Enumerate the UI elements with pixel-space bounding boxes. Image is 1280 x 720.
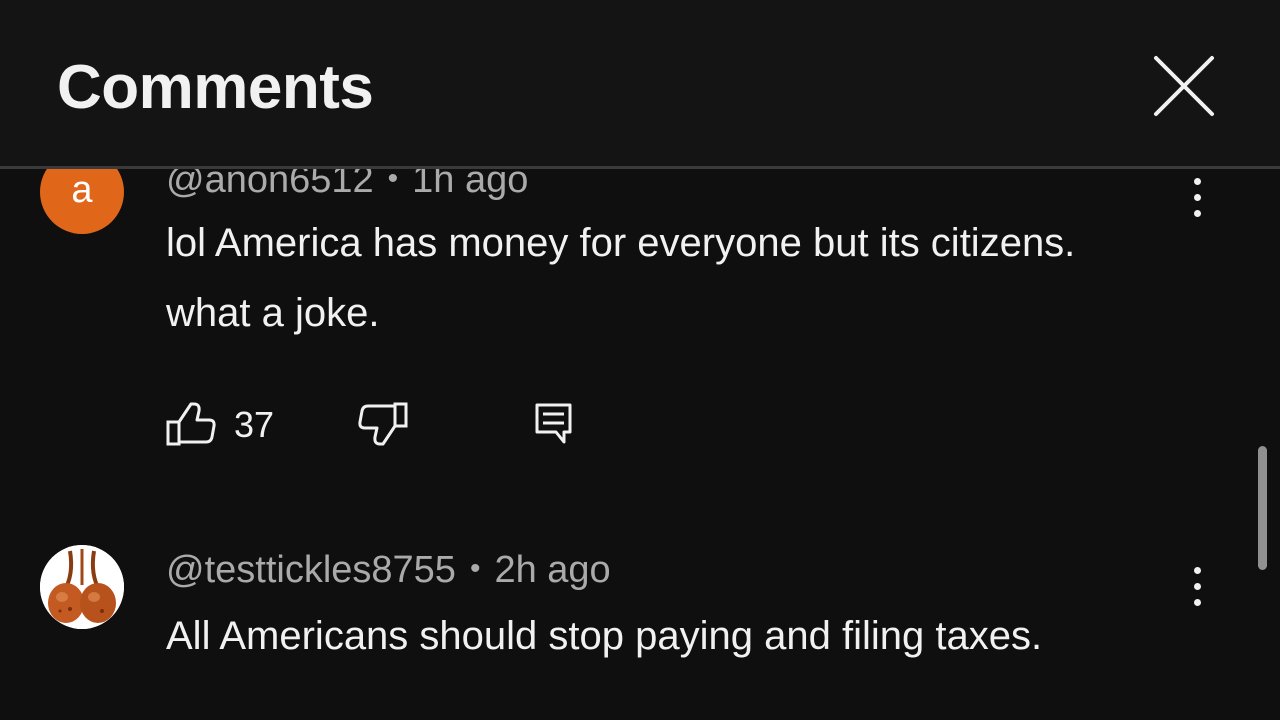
- thumbs-down-icon: [358, 402, 408, 446]
- comment-text: lol America has money for everyone but i…: [166, 221, 1076, 335]
- avatar-image: [40, 545, 124, 629]
- thumbs-up-icon: [166, 402, 216, 446]
- reply-button[interactable]: [534, 402, 574, 451]
- comment-text: All Americans should stop paying and fil…: [166, 614, 1043, 658]
- close-button[interactable]: [1148, 50, 1220, 122]
- close-icon: [1154, 56, 1214, 116]
- more-vertical-icon: [1182, 567, 1212, 606]
- like-button[interactable]: 37: [166, 402, 274, 451]
- comments-panel: a @anon6512 • 1h ago lol America has money…: [0, 0, 1280, 720]
- header-divider: [0, 166, 1280, 169]
- meta-separator: •: [469, 552, 481, 585]
- scrollbar[interactable]: [1258, 446, 1267, 570]
- more-options-button[interactable]: [1182, 567, 1212, 615]
- avatar[interactable]: [40, 545, 124, 629]
- avatar-letter: a: [71, 168, 93, 211]
- comment-author[interactable]: @testtickles8755: [166, 549, 456, 591]
- comment-time: 2h ago: [494, 549, 611, 591]
- comments-header: Comments: [0, 0, 1280, 168]
- reply-icon: [535, 403, 572, 444]
- dislike-button[interactable]: [358, 402, 408, 451]
- page-title: Comments: [57, 53, 374, 122]
- more-options-button[interactable]: [1182, 178, 1212, 226]
- like-count: 37: [234, 404, 275, 445]
- comment-meta: @testtickles8755 • 2h ago: [166, 549, 611, 592]
- more-vertical-icon: [1182, 178, 1212, 217]
